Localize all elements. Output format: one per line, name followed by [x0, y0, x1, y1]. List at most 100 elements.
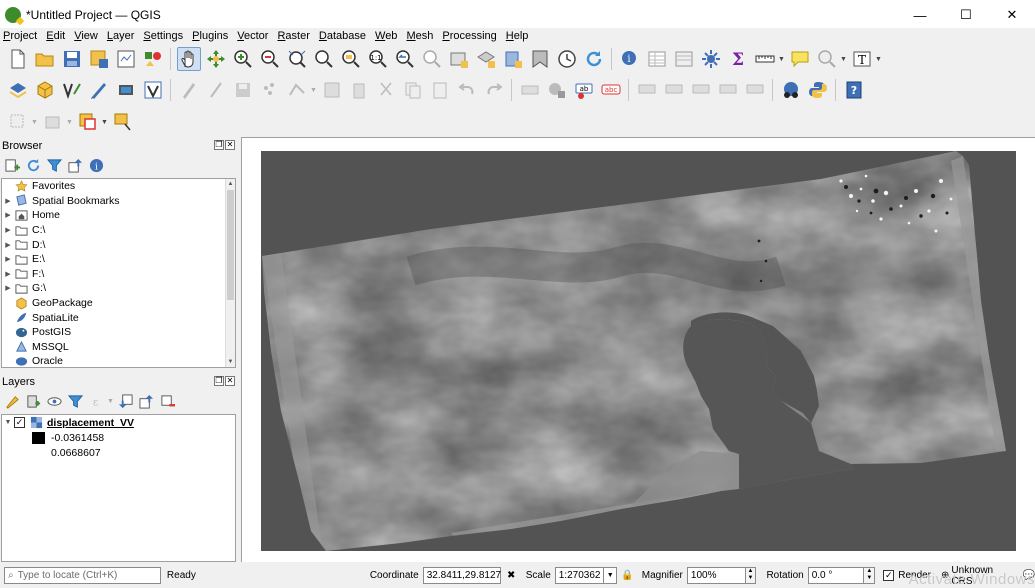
browser-item-drive-d[interactable]: ▶ D:\: [2, 237, 235, 252]
menu-edit[interactable]: Edit: [43, 28, 68, 44]
open-attribute-table-icon[interactable]: [645, 47, 669, 71]
browser-item-spatialite[interactable]: SpatiaLite: [2, 310, 235, 325]
zoom-selection-icon[interactable]: [312, 47, 336, 71]
expand-arrow-icon[interactable]: ▶: [2, 197, 14, 205]
browser-item-postgis[interactable]: PostGIS: [2, 325, 235, 340]
magnifier-field[interactable]: 100%: [686, 567, 745, 584]
new-virtual-layer-icon[interactable]: [114, 78, 138, 102]
browser-item-drive-f[interactable]: ▶ F:\: [2, 267, 235, 282]
filter-browser-icon[interactable]: [45, 156, 64, 175]
render-checkbox[interactable]: ✓: [883, 570, 895, 581]
rotation-field[interactable]: 0.0 °: [807, 567, 864, 584]
new-shapefile-layer-icon[interactable]: [60, 78, 84, 102]
menu-vector[interactable]: Vector: [234, 28, 271, 44]
close-button[interactable]: ✕: [989, 0, 1035, 30]
zoom-out-icon[interactable]: [258, 47, 282, 71]
save-as-icon[interactable]: [87, 47, 111, 71]
zoom-in-icon[interactable]: [231, 47, 255, 71]
validate-icon[interactable]: [141, 78, 165, 102]
zoom-native-icon[interactable]: 1:1: [366, 47, 390, 71]
scale-field[interactable]: 1:270362: [554, 567, 603, 584]
expand-arrow-icon[interactable]: ▶: [2, 284, 14, 292]
menu-view[interactable]: View: [71, 28, 101, 44]
refresh-browser-icon[interactable]: [24, 156, 43, 175]
float-panel-button[interactable]: ❐: [214, 376, 224, 386]
crs-label[interactable]: Unknown CRS: [951, 565, 1016, 587]
map-canvas-area[interactable]: [241, 137, 1035, 562]
style-manager-icon[interactable]: [141, 47, 165, 71]
close-panel-button[interactable]: ✕: [225, 376, 235, 386]
save-project-icon[interactable]: [60, 47, 84, 71]
new-project-icon[interactable]: [6, 47, 30, 71]
menu-layer[interactable]: Layer: [104, 28, 138, 44]
open-layer-styling-icon[interactable]: [3, 392, 22, 411]
statistical-summary-table-icon[interactable]: [672, 47, 696, 71]
filter-legend-icon[interactable]: [66, 392, 85, 411]
plugin-globe-icon[interactable]: [779, 78, 803, 102]
browser-item-oracle[interactable]: Oracle: [2, 354, 235, 369]
menu-settings[interactable]: Settings: [140, 28, 186, 44]
menu-processing[interactable]: Processing: [439, 28, 499, 44]
new-geopackage-layer-icon[interactable]: [33, 78, 57, 102]
rotation-spinner[interactable]: ▲ ▼: [863, 567, 876, 584]
crs-globe-icon[interactable]: ⊕: [941, 570, 949, 581]
new-spatial-bookmark-icon[interactable]: [501, 47, 525, 71]
data-source-manager-icon[interactable]: [6, 78, 30, 102]
menu-raster[interactable]: Raster: [274, 28, 312, 44]
add-group-icon[interactable]: [24, 392, 43, 411]
statistical-summary-sigma-icon[interactable]: Σ: [726, 47, 750, 71]
menu-mesh[interactable]: Mesh: [403, 28, 436, 44]
new-3d-view-icon[interactable]: [474, 47, 498, 71]
refresh-icon[interactable]: [582, 47, 606, 71]
show-bookmarks-icon[interactable]: [528, 47, 552, 71]
browser-item-drive-c[interactable]: ▶ C:\: [2, 223, 235, 238]
measure-line-icon[interactable]: [753, 47, 777, 71]
layer-labeling-icon[interactable]: ab: [572, 78, 596, 102]
minimize-button[interactable]: —: [897, 0, 943, 30]
browser-scrollbar[interactable]: ▲ ▼: [225, 179, 235, 367]
enable-properties-icon[interactable]: i: [87, 156, 106, 175]
add-selected-layers-icon[interactable]: [3, 156, 22, 175]
browser-item-spatial-bookmarks[interactable]: ▶ Spatial Bookmarks: [2, 194, 235, 209]
new-map-view-icon[interactable]: [447, 47, 471, 71]
menu-database[interactable]: Database: [316, 28, 369, 44]
temporal-controller-icon[interactable]: [555, 47, 579, 71]
manage-map-themes-icon[interactable]: [45, 392, 64, 411]
lock-scale-icon[interactable]: 🔒: [618, 567, 636, 585]
collapse-arrow-icon[interactable]: ▼: [2, 419, 14, 426]
help-contents-icon[interactable]: ?: [842, 78, 866, 102]
magnifier-spinner[interactable]: ▲ ▼: [744, 567, 757, 584]
scrollbar-thumb[interactable]: [227, 190, 234, 300]
expand-arrow-icon[interactable]: ▶: [2, 211, 14, 219]
browser-item-favorites[interactable]: Favorites: [2, 179, 235, 194]
new-scratch-layer-icon[interactable]: [87, 78, 111, 102]
browser-item-drive-g[interactable]: ▶ G:\: [2, 281, 235, 296]
zoom-full-icon[interactable]: [285, 47, 309, 71]
coordinate-toggle-icon[interactable]: ✖: [502, 567, 520, 585]
messages-icon[interactable]: 💬: [1023, 570, 1035, 581]
zoom-next-icon[interactable]: [420, 47, 444, 71]
menu-plugins[interactable]: Plugins: [189, 28, 231, 44]
deselect-features-icon[interactable]: [76, 110, 100, 134]
close-panel-button[interactable]: ✕: [225, 140, 235, 150]
remove-layer-icon[interactable]: [158, 392, 177, 411]
zoom-layer-icon[interactable]: [339, 47, 363, 71]
map-tips-icon[interactable]: [788, 47, 812, 71]
menu-web[interactable]: Web: [372, 28, 400, 44]
identify-features-icon[interactable]: i: [618, 47, 642, 71]
processing-toolbox-icon[interactable]: [699, 47, 723, 71]
collapse-all-icon[interactable]: [66, 156, 85, 175]
float-panel-button[interactable]: ❐: [214, 140, 224, 150]
coordinate-field[interactable]: 32.8411,29.8127: [422, 567, 501, 584]
pan-to-selection-icon[interactable]: [204, 47, 228, 71]
menu-help[interactable]: Help: [503, 28, 532, 44]
scale-dropdown-icon[interactable]: ▼: [602, 567, 617, 584]
expand-all-icon[interactable]: [116, 392, 135, 411]
pan-hand-icon[interactable]: [176, 47, 201, 71]
maximize-button[interactable]: ☐: [943, 0, 989, 30]
python-console-icon[interactable]: [806, 78, 830, 102]
expand-arrow-icon[interactable]: ▶: [2, 255, 14, 263]
layer-label-abc-icon[interactable]: abc: [599, 78, 623, 102]
browser-item-mssql[interactable]: MSSQL: [2, 340, 235, 355]
menu-project[interactable]: Project: [0, 28, 40, 44]
